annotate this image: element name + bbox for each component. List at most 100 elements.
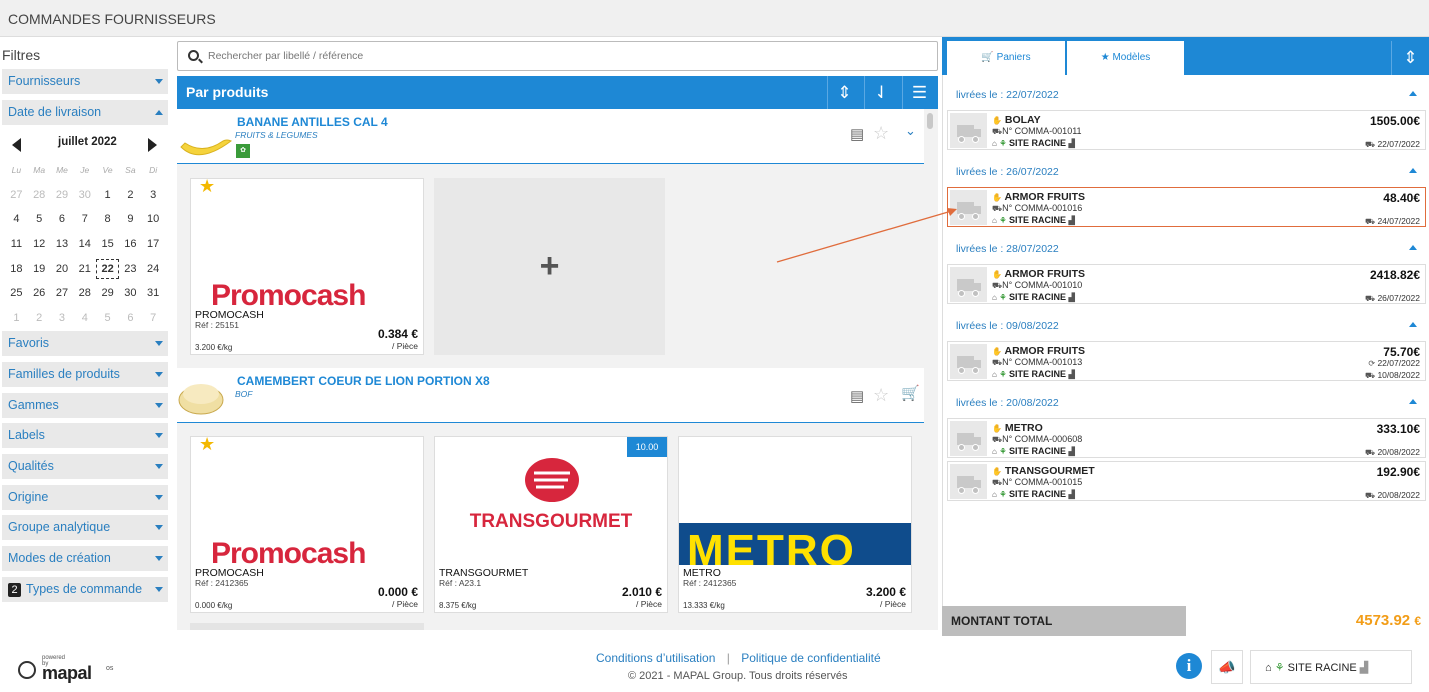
calendar-day[interactable]: 11 <box>5 238 28 250</box>
calendar-day[interactable]: 8 <box>96 213 119 225</box>
order-card[interactable]: ✋ ARMOR FRUITS ⛟N° COMMA-001016 ⌂ ⚘ SITE R… <box>947 187 1426 227</box>
product-list-scrollbar[interactable] <box>924 109 936 630</box>
order-card[interactable]: ✋ TRANSGOURMET ⛟N° COMMA-001015 ⌂ ⚘ SITE R… <box>947 461 1426 501</box>
filter-modes-creation[interactable]: Modes de création <box>2 546 168 571</box>
calendar-day[interactable]: 18 <box>5 263 28 275</box>
calendar-day[interactable]: 6 <box>51 213 74 225</box>
filter-types-commande[interactable]: 2 Types de commande <box>2 577 168 602</box>
calendar-day[interactable]: 14 <box>73 238 96 250</box>
order-card[interactable]: ✋ METRO ⛟N° COMMA-000608 ⌂ ⚘ SITE RACINE ▟… <box>947 418 1426 458</box>
calendar-day[interactable]: 30 <box>73 189 96 201</box>
calendar-day[interactable]: 16 <box>119 238 142 250</box>
calendar-day[interactable]: 10 <box>142 213 165 225</box>
calendar-day[interactable]: 1 <box>5 312 28 324</box>
document-icon[interactable]: ▤ <box>850 387 864 405</box>
filter-date-livraison[interactable]: Date de livraison <box>2 100 168 125</box>
calendar-day[interactable]: 4 <box>5 213 28 225</box>
calendar-day[interactable]: 6 <box>119 312 142 324</box>
calendar-day[interactable]: 5 <box>28 213 51 225</box>
calendar-day[interactable]: 27 <box>51 287 74 299</box>
calendar-day[interactable]: 5 <box>96 312 119 324</box>
calendar-day[interactable]: 12 <box>28 238 51 250</box>
search-box[interactable] <box>177 41 938 71</box>
privacy-link[interactable]: Politique de confidentialité <box>741 651 880 665</box>
calendar-day[interactable]: 22 <box>96 258 119 279</box>
calendar-day[interactable]: 3 <box>51 312 74 324</box>
filter-labels[interactable]: Labels <box>2 423 168 448</box>
add-offer-button[interactable]: + <box>434 178 665 355</box>
calendar-day[interactable]: 19 <box>28 263 51 275</box>
order-card[interactable]: ✋ ARMOR FRUITS ⛟N° COMMA-001013 ⌂ ⚘ SITE R… <box>947 341 1426 381</box>
tab-modeles[interactable]: ★ Modèles <box>1066 41 1184 75</box>
filter-favoris[interactable]: Favoris <box>2 331 168 356</box>
offer-card[interactable]: ★ Promocash PROMOCASH Réf : 2412365 0.00… <box>190 435 424 613</box>
filter-gammes[interactable]: Gammes <box>2 393 168 418</box>
chevron-down-icon <box>155 341 163 346</box>
calendar-day[interactable]: 20 <box>51 263 74 275</box>
list-view-button[interactable]: ☰ <box>902 76 936 109</box>
calendar-day[interactable]: 7 <box>73 213 96 225</box>
chevron-up-icon <box>1409 399 1417 404</box>
calendar-day[interactable]: 31 <box>142 287 165 299</box>
calendar-day[interactable]: 17 <box>142 238 165 250</box>
calendar-day[interactable]: 3 <box>142 189 165 201</box>
offer-card[interactable]: 10.00 TRANSGOURMET TRANSGOURMET Réf : A2… <box>434 436 668 613</box>
product-name[interactable]: BANANE ANTILLES CAL 4 <box>237 115 388 129</box>
terms-link[interactable]: Conditions d’utilisation <box>596 651 715 665</box>
calendar-day[interactable]: 25 <box>5 287 28 299</box>
filter-origine[interactable]: Origine <box>2 485 168 510</box>
site-selector-button[interactable]: ⌂ ⚘ SITE RACINE ▟ <box>1250 650 1412 684</box>
calendar-day[interactable]: 9 <box>119 213 142 225</box>
offer-card[interactable]: ★ Promocash PROMOCASH Réf : 25151 0.384 … <box>190 177 424 355</box>
calendar-day[interactable]: 28 <box>28 189 51 201</box>
product-name[interactable]: CAMEMBERT COEUR DE LION PORTION X8 <box>237 374 490 388</box>
calendar-day[interactable]: 4 <box>73 312 96 324</box>
filter-fournisseurs[interactable]: Fournisseurs <box>2 69 168 94</box>
calendar-day[interactable]: 15 <box>96 238 119 250</box>
expand-collapse-button[interactable]: ⇕ <box>1391 41 1429 75</box>
delivery-date-header[interactable]: livrées le : 09/08/2022 <box>942 313 1429 337</box>
calendar-day[interactable]: 24 <box>142 263 165 275</box>
filter-familles[interactable]: Familles de produits <box>2 362 168 387</box>
order-date-text: 22/07/2022 <box>1377 139 1420 149</box>
collapse-expand-button[interactable]: ⇕ <box>827 76 861 109</box>
calendar-day[interactable]: 13 <box>51 238 74 250</box>
info-button[interactable]: i <box>1176 653 1202 679</box>
star-icon[interactable]: ☆ <box>873 123 889 144</box>
document-icon[interactable]: ▤ <box>850 125 864 143</box>
scrollbar-thumb[interactable] <box>927 113 933 129</box>
delivery-date-header[interactable]: livrées le : 26/07/2022 <box>942 159 1429 183</box>
calendar-day[interactable]: 2 <box>28 312 51 324</box>
calendar-day[interactable]: 1 <box>96 189 119 201</box>
search-input[interactable] <box>208 47 908 65</box>
offer-card[interactable]: METRO METRO Réf : 2412365 3.200 € / Pièc… <box>678 436 912 613</box>
filter-qualites[interactable]: Qualités <box>2 454 168 479</box>
calendar-day[interactable]: 27 <box>5 189 28 201</box>
star-icon[interactable]: ☆ <box>873 385 889 406</box>
chevron-down-icon[interactable]: ⌄ <box>905 123 916 139</box>
delivery-date-header[interactable]: livrées le : 28/07/2022 <box>942 236 1429 260</box>
notifications-button[interactable]: 📣 <box>1211 650 1243 684</box>
calendar-day[interactable]: 30 <box>119 287 142 299</box>
calendar-day[interactable]: 29 <box>51 189 74 201</box>
factory-icon: ▟ <box>1068 139 1075 148</box>
filter-groupe-analytique[interactable]: Groupe analytique <box>2 515 168 540</box>
calendar-day[interactable]: 21 <box>73 263 96 275</box>
calendar-day[interactable]: 26 <box>28 287 51 299</box>
calendar-next-icon[interactable] <box>148 138 157 152</box>
calendar-day[interactable]: 29 <box>96 287 119 299</box>
calendar-day[interactable]: 28 <box>73 287 96 299</box>
delivery-date-header[interactable]: livrées le : 22/07/2022 <box>942 82 1429 106</box>
calendar-day[interactable]: 23 <box>119 263 142 275</box>
order-card[interactable]: ✋ ARMOR FRUITS ⛟N° COMMA-001010 ⌂ ⚘ SITE R… <box>947 264 1426 304</box>
cart-icon[interactable]: 🛒 <box>901 384 920 402</box>
calendar-prev-icon[interactable] <box>12 138 21 152</box>
calendar-day[interactable]: 2 <box>119 189 142 201</box>
calendar-day[interactable]: 7 <box>142 312 165 324</box>
product-header[interactable]: BANANE ANTILLES CAL 4 FRUITS & LEGUMES ✿… <box>177 109 927 164</box>
delivery-date-header[interactable]: livrées le : 20/08/2022 <box>942 390 1429 414</box>
tab-paniers[interactable]: 🛒 Paniers <box>947 41 1065 75</box>
order-card[interactable]: ✋ BOLAY ⛟N° COMMA-001011 ⌂ ⚘ SITE RACINE ▟… <box>947 110 1426 150</box>
product-header[interactable]: CAMEMBERT COEUR DE LION PORTION X8 BOF ▤… <box>177 368 927 423</box>
sort-button[interactable]: ⇃ <box>864 76 898 109</box>
